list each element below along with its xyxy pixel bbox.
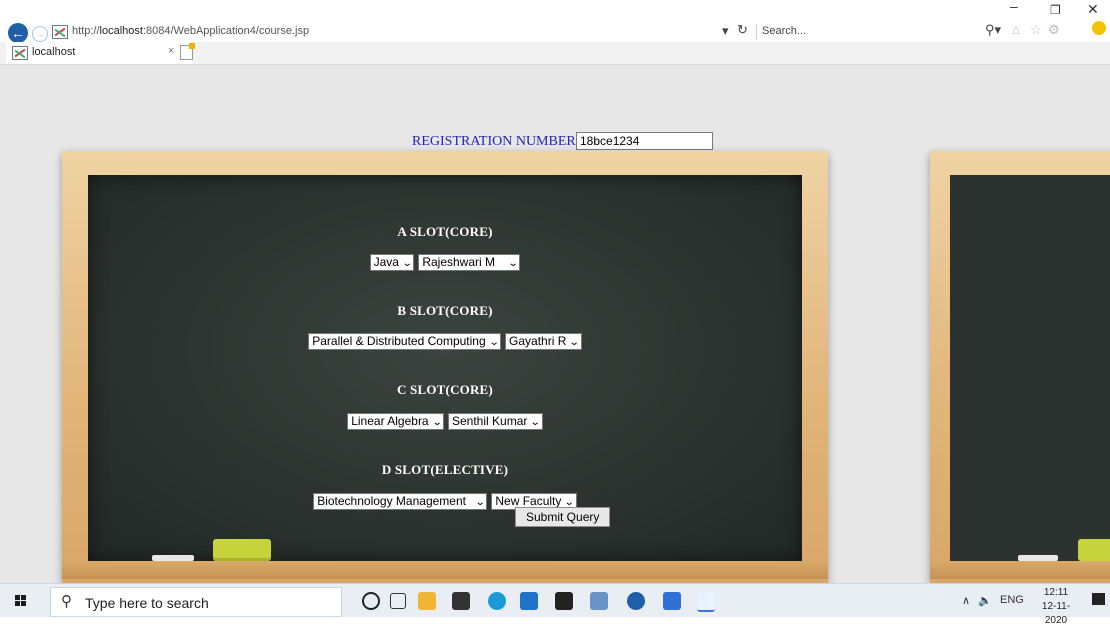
- clock-date: 12-11-2020: [1041, 601, 1071, 626]
- store-icon[interactable]: [452, 592, 470, 610]
- chalkboard-eraser: [213, 539, 271, 561]
- feedback-smiley-icon[interactable]: [1092, 21, 1106, 35]
- back-arrow-icon[interactable]: ←: [8, 23, 28, 43]
- taskbar: ⚲ Type here to search ∧ 🔈 ENG 12:11 12-1…: [0, 583, 1110, 626]
- address-bar[interactable]: http://localhost:8084/WebApplication4/co…: [72, 25, 309, 37]
- search-icon[interactable]: ⚲▾: [985, 22, 1001, 38]
- chalkboard: A SLOT(CORE) Java ⌄ Rajeshwari M ⌄ B SLOT(C…: [88, 175, 802, 561]
- forward-arrow-icon[interactable]: →: [32, 26, 48, 42]
- chalkboard-ledge: [62, 561, 828, 579]
- dropbox-icon[interactable]: [555, 592, 573, 610]
- windows-start-icon[interactable]: [15, 595, 27, 607]
- task-view-icon[interactable]: [390, 593, 406, 609]
- minimize-button[interactable]: –: [1010, 0, 1018, 14]
- browser-titlebar: ← → http://localhost:8084/WebApplication…: [0, 0, 1110, 43]
- chevron-down-icon: ⌄: [401, 258, 413, 269]
- page-favicon-icon: [52, 25, 68, 39]
- chalk-piece-right: [1018, 555, 1058, 561]
- slot-a-row: Java ⌄ Rajeshwari M ⌄: [88, 254, 802, 271]
- slot-d-row: Biotechnology Management ⌄ New Faculty ⌄: [88, 493, 802, 510]
- mail-icon[interactable]: [520, 592, 538, 610]
- volume-icon[interactable]: 🔈: [978, 594, 992, 607]
- cortana-icon[interactable]: [362, 592, 380, 610]
- chalkboard-right: [950, 175, 1110, 561]
- chalkboard-frame-right: [930, 151, 1110, 583]
- registration-number-input[interactable]: [576, 132, 713, 150]
- slot-c-title: C SLOT(CORE): [397, 382, 493, 397]
- new-tab-icon[interactable]: [180, 43, 195, 60]
- clock-time: 12:11: [1043, 587, 1069, 598]
- browser-search-input[interactable]: Search...: [762, 25, 806, 37]
- chalkboard-ledge-right: [930, 561, 1110, 579]
- address-separator: [756, 24, 757, 40]
- tray-chevron-up-icon[interactable]: ∧: [962, 594, 970, 607]
- settings-gear-icon[interactable]: ⚙: [1048, 22, 1060, 38]
- amazon-icon[interactable]: [590, 592, 608, 610]
- slot-a-course-select[interactable]: Java ⌄: [369, 254, 415, 271]
- vs-app-icon[interactable]: [663, 592, 681, 610]
- submit-query-button[interactable]: Submit Query: [515, 507, 611, 527]
- tab-localhost[interactable]: localhost ×: [6, 42, 192, 64]
- url-host: localhost: [99, 25, 143, 37]
- close-button[interactable]: ✕: [1087, 1, 1099, 18]
- taskbar-search-box[interactable]: ⚲ Type here to search: [50, 587, 342, 617]
- slot-b-faculty-select[interactable]: Gayathri R ⌄: [505, 333, 582, 350]
- slot-c-faculty-select[interactable]: Senthil Kumar ⌄: [448, 413, 543, 430]
- url-prefix: http://: [72, 25, 100, 37]
- dropdown-arrow-icon[interactable]: ▾: [722, 23, 729, 39]
- clock[interactable]: 12:11 12-11-2020: [1031, 586, 1081, 628]
- edge-icon[interactable]: [488, 592, 506, 610]
- chevron-down-icon: ⌄: [530, 417, 542, 428]
- chevron-down-icon: ⌄: [488, 337, 500, 348]
- slot-c-row: Linear Algebra ⌄ Senthil Kumar ⌄: [88, 413, 802, 430]
- home-icon[interactable]: ⌂: [1012, 22, 1020, 37]
- refresh-icon[interactable]: ↻: [737, 22, 748, 38]
- chalkboard-frame: A SLOT(CORE) Java ⌄ Rajeshwari M ⌄ B SLOT(C…: [62, 151, 828, 583]
- file-explorer-icon[interactable]: [418, 592, 436, 610]
- tab-bar: localhost ×: [0, 42, 1110, 65]
- internet-explorer-icon[interactable]: [697, 592, 715, 612]
- chevron-down-icon: ⌄: [431, 417, 443, 428]
- chevron-down-icon: ⌄: [507, 258, 519, 269]
- chevron-down-icon: ⌄: [474, 497, 486, 508]
- slot-c-course-select[interactable]: Linear Algebra ⌄: [347, 413, 444, 430]
- language-indicator[interactable]: ENG: [1000, 594, 1024, 606]
- registration-label: REGISTRATION NUMBER: [412, 134, 576, 149]
- virtualbox-icon[interactable]: [627, 592, 645, 610]
- tab-close-icon[interactable]: ×: [168, 45, 174, 57]
- slot-b-title: B SLOT(CORE): [397, 303, 493, 318]
- slot-d-course-select[interactable]: Biotechnology Management ⌄: [313, 493, 488, 510]
- slot-b-course-select[interactable]: Parallel & Distributed Computing ⌄: [308, 333, 502, 350]
- search-icon: ⚲: [61, 593, 72, 610]
- taskbar-search-placeholder: Type here to search: [85, 595, 209, 611]
- page-content: REGISTRATION NUMBER A SLOT(CORE) Java⌄Ra…: [0, 65, 1110, 583]
- slot-a-faculty-select[interactable]: Rajeshwari M ⌄: [418, 254, 521, 271]
- slot-a-title: A SLOT(CORE): [397, 224, 493, 239]
- slot-b-row: Parallel & Distributed Computing ⌄ Gayathr…: [88, 333, 802, 350]
- chalkboard-eraser-right: [1078, 539, 1110, 561]
- chevron-down-icon: ⌄: [569, 337, 581, 348]
- tab-title: localhost: [32, 46, 76, 58]
- tab-favicon-icon: [12, 46, 28, 60]
- slot-d-title: D SLOT(ELECTIVE): [381, 462, 509, 477]
- chalk-piece: [152, 555, 194, 561]
- url-path: :8084/WebApplication4/course.jsp: [142, 25, 310, 37]
- favorites-star-icon[interactable]: ☆: [1030, 22, 1042, 38]
- restore-button[interactable]: ❐: [1050, 3, 1061, 17]
- notification-icon[interactable]: [1092, 593, 1105, 605]
